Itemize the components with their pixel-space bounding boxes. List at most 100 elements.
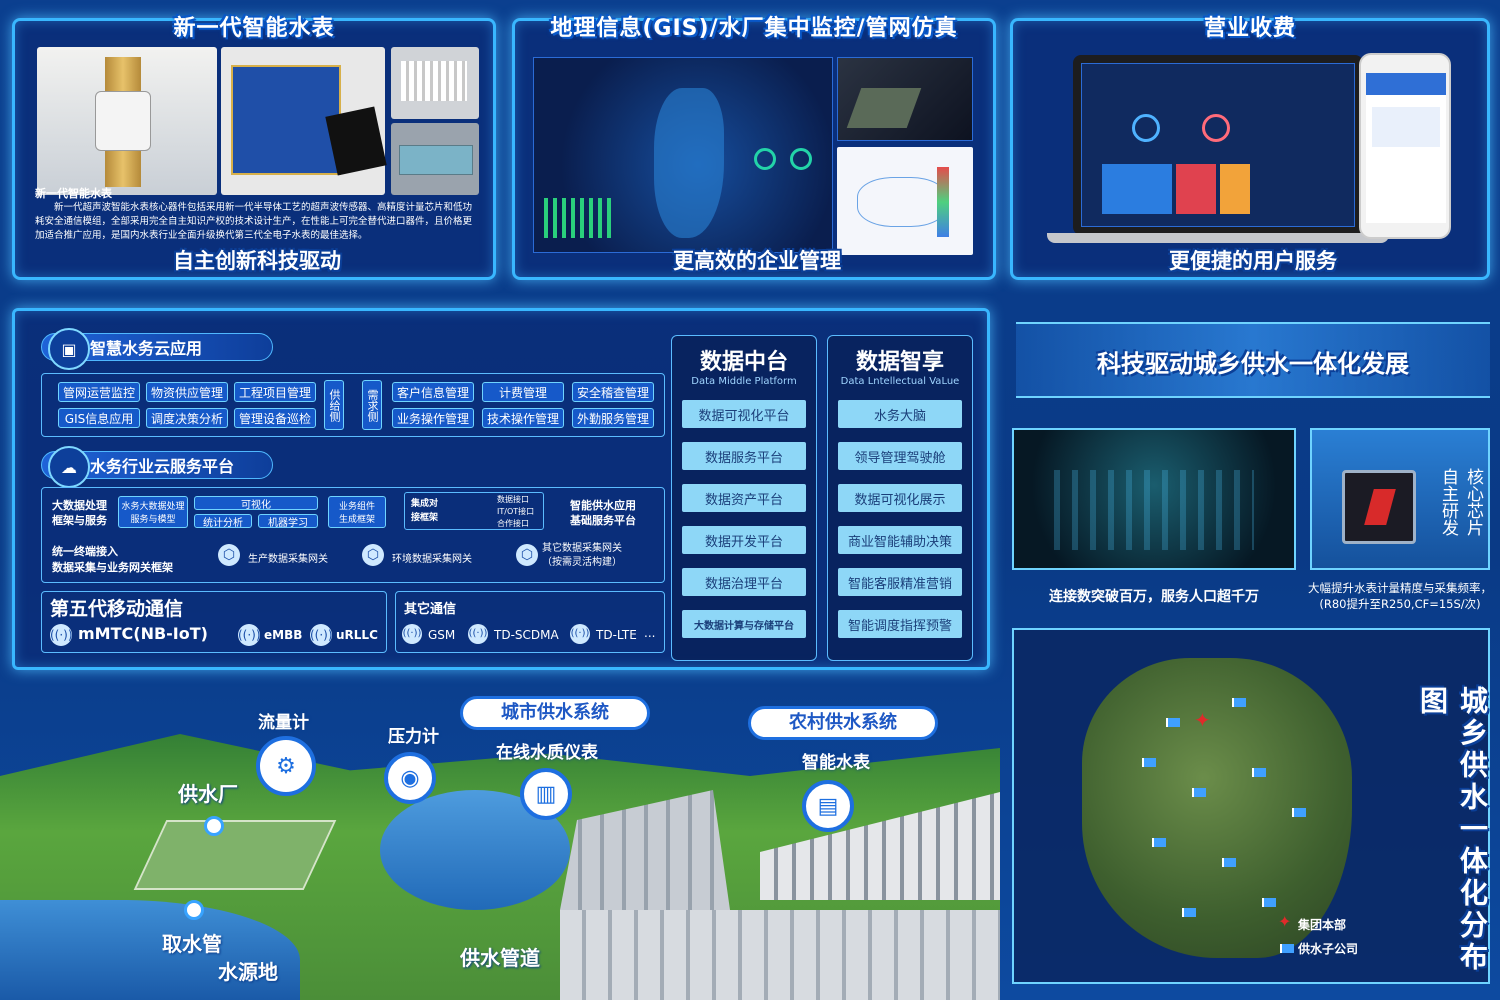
data-mid-item[interactable]: 数据开发平台	[682, 526, 806, 554]
chip-caption: 大幅提升水表计量精度与采集频率， (R80提升至R250,CF=15S/次)	[1308, 581, 1492, 611]
hexagon-icon: ⬡	[516, 544, 538, 566]
app-item[interactable]: 物资供应管理	[146, 382, 228, 402]
data-share-item[interactable]: 水务大脑	[838, 400, 962, 428]
fifth-gen-title: 第五代移动通信	[50, 598, 184, 620]
intake-label: 取水管	[162, 932, 222, 956]
app-item[interactable]: 计费管理	[482, 382, 564, 402]
data-mid-column: 数据中台 Data Middle Platform 数据可视化平台 数据服务平台…	[671, 335, 817, 661]
meter-photo	[37, 47, 217, 195]
signal-icon: ((·))	[468, 624, 488, 644]
flowmeter-pin-icon[interactable]: ⚙	[256, 736, 316, 796]
data-share-item[interactable]: 智能调度指挥预警	[838, 610, 962, 638]
pipe-label: 供水管道	[460, 946, 540, 970]
biz-component-chip[interactable]: 业务组件 生成框架	[328, 496, 386, 528]
hq-marker-icon: ✦	[1194, 708, 1211, 732]
plant-dot-icon	[204, 816, 224, 836]
branch-flag-icon	[1182, 908, 1196, 917]
other-comm-title: 其它通信	[404, 602, 457, 617]
signal-icon: ((·))	[310, 624, 333, 646]
sensor-photo-2	[391, 123, 479, 195]
data-share-item[interactable]: 领导管理驾驶舱	[838, 442, 962, 470]
signal-icon: ((·))	[402, 624, 422, 644]
cloud-icon: ☁	[48, 446, 90, 488]
app-item[interactable]: 管网运营监控	[58, 382, 140, 402]
branch-flag-icon	[1292, 808, 1306, 817]
hexagon-icon: ⬡	[362, 544, 384, 566]
signal-icon: ((·))	[50, 624, 73, 646]
port-label: IT/OT接口	[497, 507, 535, 516]
port-label: 数据接口	[497, 495, 529, 504]
branch-flag-icon	[1166, 718, 1180, 727]
chip-label: 核心芯片 自主研发	[1438, 468, 1483, 536]
data-share-item[interactable]: 智能客服精准营销	[838, 568, 962, 596]
rural-system-badge[interactable]: 农村供水系统	[748, 706, 938, 740]
data-mid-title: 数据中台	[699, 350, 788, 375]
cloud-app-box: 管网运营监控 物资供应管理 工程项目管理 GIS信息应用 调度决策分析 管理设备…	[41, 373, 665, 437]
terminal-label: 统一终端接入 数据采集与业务网关框架	[52, 545, 173, 574]
demand-side-label: 需求侧	[362, 380, 382, 430]
5g-item: mMTC(NB-IoT)	[78, 624, 208, 643]
city-caption: 连接数突破百万，服务人口超千万	[1049, 589, 1259, 605]
quality-pin-icon[interactable]: ▥	[520, 768, 572, 820]
meter-panel-title: 新一代智能水表	[173, 16, 335, 41]
hq-legend-label: 集团本部	[1298, 918, 1347, 932]
app-item[interactable]: 管理设备巡检	[234, 408, 316, 428]
smart-meter-pin-icon[interactable]: ▤	[802, 780, 854, 832]
industry-cloud-header: ☁ 水务行业云服务平台	[41, 446, 273, 488]
data-share-item[interactable]: 商业智能辅助决策	[838, 526, 962, 554]
comm-item: GSM	[428, 628, 456, 642]
data-mid-item[interactable]: 大数据计算与存储平台	[682, 610, 806, 638]
data-share-item[interactable]: 数据可视化展示	[838, 484, 962, 512]
quality-label: 在线水质仪表	[496, 743, 598, 763]
branch-flag-icon	[1192, 788, 1206, 797]
city-system-label: 城市供水系统	[501, 702, 609, 723]
hexagon-icon: ⬡	[218, 544, 240, 566]
data-mid-item[interactable]: 数据服务平台	[682, 442, 806, 470]
5g-item: uRLLC	[336, 628, 378, 642]
gateway-label: 其它数据采集网关 （按需灵活构建）	[542, 543, 622, 568]
app-item[interactable]: GIS信息应用	[58, 408, 140, 428]
branch-flag-icon	[1262, 898, 1276, 907]
app-item[interactable]: 工程项目管理	[234, 382, 316, 402]
billing-panel-title: 营业收费	[1203, 16, 1296, 41]
gateway-label: 环境数据采集网关	[392, 554, 472, 565]
branch-flag-icon	[1222, 858, 1236, 867]
visual-chip[interactable]: 可视化	[194, 496, 318, 511]
billing-panel: 更便捷的用户服务	[1010, 18, 1490, 280]
gis-dashboard-screen	[533, 57, 833, 253]
app-item[interactable]: 外勤服务管理	[572, 408, 654, 428]
pressure-pin-icon[interactable]: ◉	[384, 752, 436, 804]
ml-chip[interactable]: 机器学习	[258, 514, 318, 529]
integrate-box: 集成对 接框架 数据接口 IT/OT接口 合作接口	[404, 492, 544, 530]
pressure-label: 压力计	[388, 727, 439, 747]
meter-caption-body: 新一代超声波智能水表核心器件包括采用新一代半导体工艺的超声波传感器、高精度计量芯…	[35, 202, 473, 241]
chip-icon	[1342, 470, 1416, 544]
city-night-image	[1012, 428, 1296, 570]
stats-chip[interactable]: 统计分析	[194, 514, 252, 529]
branch-flag-icon	[1252, 768, 1266, 777]
app-item[interactable]: 客户信息管理	[392, 382, 474, 402]
app-item[interactable]: 安全稽查管理	[572, 382, 654, 402]
app-item[interactable]: 业务操作管理	[392, 408, 474, 428]
fifth-gen-box: 第五代移动通信 ((·)) mMTC(NB-IoT) ((·)) eMBB ((…	[41, 591, 387, 653]
map-title: 城乡供水一体化分布图	[1416, 686, 1489, 974]
signal-icon: ((·))	[570, 624, 590, 644]
other-comm-box: 其它通信 ((·)) GSM ((·)) TD-SCDMA ((·)) TD-L…	[395, 591, 665, 653]
pipe-network-screen	[837, 147, 973, 255]
laptop-base	[1047, 233, 1389, 243]
integrate-label: 集成对 接框架	[411, 499, 439, 523]
platform-panel: ▣ 智慧水务云应用 管网运营监控 物资供应管理 工程项目管理 GIS信息应用 调…	[12, 308, 990, 670]
data-share-column: 数据智享 Data Lntellectual VaLue 水务大脑 领导管理驾驶…	[827, 335, 973, 661]
plant-3d-screen	[837, 57, 973, 141]
branch-flag-icon	[1142, 758, 1156, 767]
data-mid-item[interactable]: 数据资产平台	[682, 484, 806, 512]
bigdata-model[interactable]: 水务大数据处理 服务与模型	[118, 496, 188, 528]
city-system-badge[interactable]: 城市供水系统	[460, 696, 650, 730]
branch-flag-icon	[1152, 838, 1166, 847]
data-mid-item[interactable]: 数据治理平台	[682, 568, 806, 596]
app-item[interactable]: 调度决策分析	[146, 408, 228, 428]
signal-icon: ((·))	[238, 624, 261, 646]
data-mid-item[interactable]: 数据可视化平台	[682, 400, 806, 428]
gateway-label: 生产数据采集网关	[248, 554, 328, 565]
app-item[interactable]: 技术操作管理	[482, 408, 564, 428]
